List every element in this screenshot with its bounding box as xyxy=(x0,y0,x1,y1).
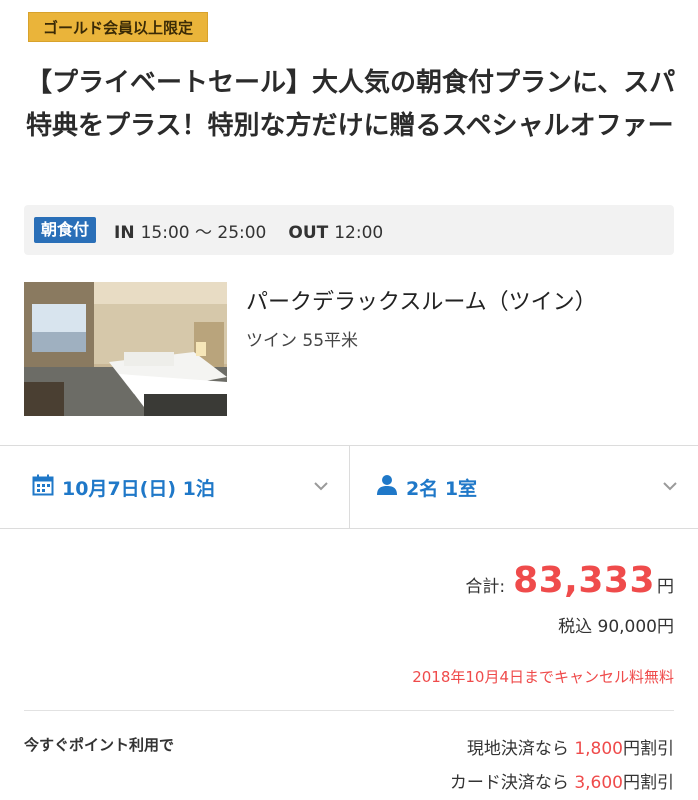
plan-title: 【プライベートセール】大人気の朝食付プランに、スパ特典をプラス！特別な方だけに贈… xyxy=(26,68,676,141)
room-photo-image xyxy=(24,282,227,416)
checkin-label: IN xyxy=(114,222,135,243)
checkin-checkout-times: IN 15:00 〜 25:00 OUT 12:00 xyxy=(114,218,383,243)
divider xyxy=(24,710,674,711)
date-selector-label: 10月7日(日) 1泊 xyxy=(62,477,215,500)
gold-member-badge: ゴールド会員以上限定 xyxy=(28,12,209,42)
free-cancellation-note: 2018年10月4日までキャンセル料無料 xyxy=(412,668,674,686)
discount-prefix: 現地決済なら xyxy=(466,739,575,759)
meal-tag: 朝食付 xyxy=(34,217,97,243)
discount-prefix: カード決済なら xyxy=(449,773,575,793)
total-label: 合計: xyxy=(465,577,506,597)
calendar-icon xyxy=(32,474,54,500)
chevron-down-icon xyxy=(314,482,328,491)
room-details: ツイン 55平米 xyxy=(246,331,359,351)
total-price: 合計: 83,333 円 xyxy=(465,560,674,601)
guest-selector-label: 2名 1室 xyxy=(406,477,478,500)
discount-amount: 3,600 xyxy=(574,773,623,793)
checkout-time: 12:00 xyxy=(334,222,384,243)
currency-unit: 円 xyxy=(657,577,674,597)
chevron-down-icon xyxy=(663,482,677,491)
divider xyxy=(0,528,698,529)
discount-amount: 1,800 xyxy=(574,739,623,759)
total-amount: 83,333 xyxy=(513,560,655,601)
tax-included-price: 税込 90,000円 xyxy=(558,617,674,637)
plan-info-bar: 朝食付 IN 15:00 〜 25:00 OUT 12:00 xyxy=(24,205,674,255)
date-selector[interactable]: 10月7日(日) 1泊 xyxy=(0,446,349,528)
discount-suffix: 円割引 xyxy=(623,773,674,793)
room-name: パークデラックスルーム（ツイン） xyxy=(246,290,597,315)
points-usage-label: 今すぐポイント利用で xyxy=(24,736,175,754)
onsite-payment-discount: 現地決済なら 1,800円割引 xyxy=(467,734,674,759)
guest-selector[interactable]: 2名 1室 xyxy=(350,446,698,528)
person-icon xyxy=(376,474,398,500)
discount-suffix: 円割引 xyxy=(623,739,674,759)
card-payment-discount: カード決済なら 3,600円割引 xyxy=(450,768,674,793)
checkin-time: 15:00 〜 25:00 xyxy=(140,222,267,243)
room-photo[interactable] xyxy=(24,282,227,416)
checkout-label: OUT xyxy=(288,222,329,243)
